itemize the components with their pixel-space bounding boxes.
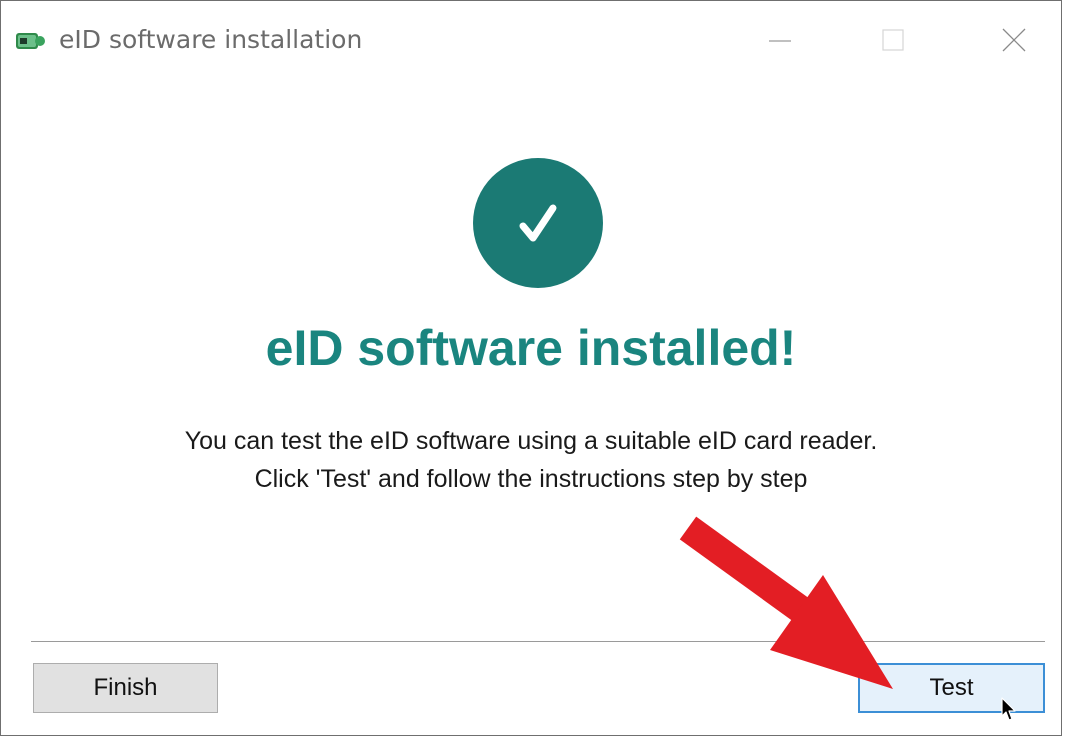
title-bar[interactable]: eID software installation <box>1 1 1061 77</box>
installer-window: eID software installation eID software i… <box>0 0 1062 736</box>
app-icon <box>16 33 45 49</box>
close-icon[interactable] <box>991 21 1037 61</box>
checkmark-circle-icon <box>473 158 603 288</box>
window-title: eID software installation <box>59 25 363 54</box>
minimize-icon[interactable] <box>757 21 803 61</box>
description-line-1: You can test the eID software using a su… <box>184 427 878 455</box>
finish-button[interactable]: Finish <box>33 663 218 713</box>
description-line-2: Click 'Test' and follow the instructions… <box>254 465 808 493</box>
success-headline: eID software installed! <box>265 320 797 376</box>
footer-divider <box>31 641 1045 642</box>
maximize-icon[interactable] <box>869 21 915 61</box>
test-button[interactable]: Test <box>858 663 1045 713</box>
